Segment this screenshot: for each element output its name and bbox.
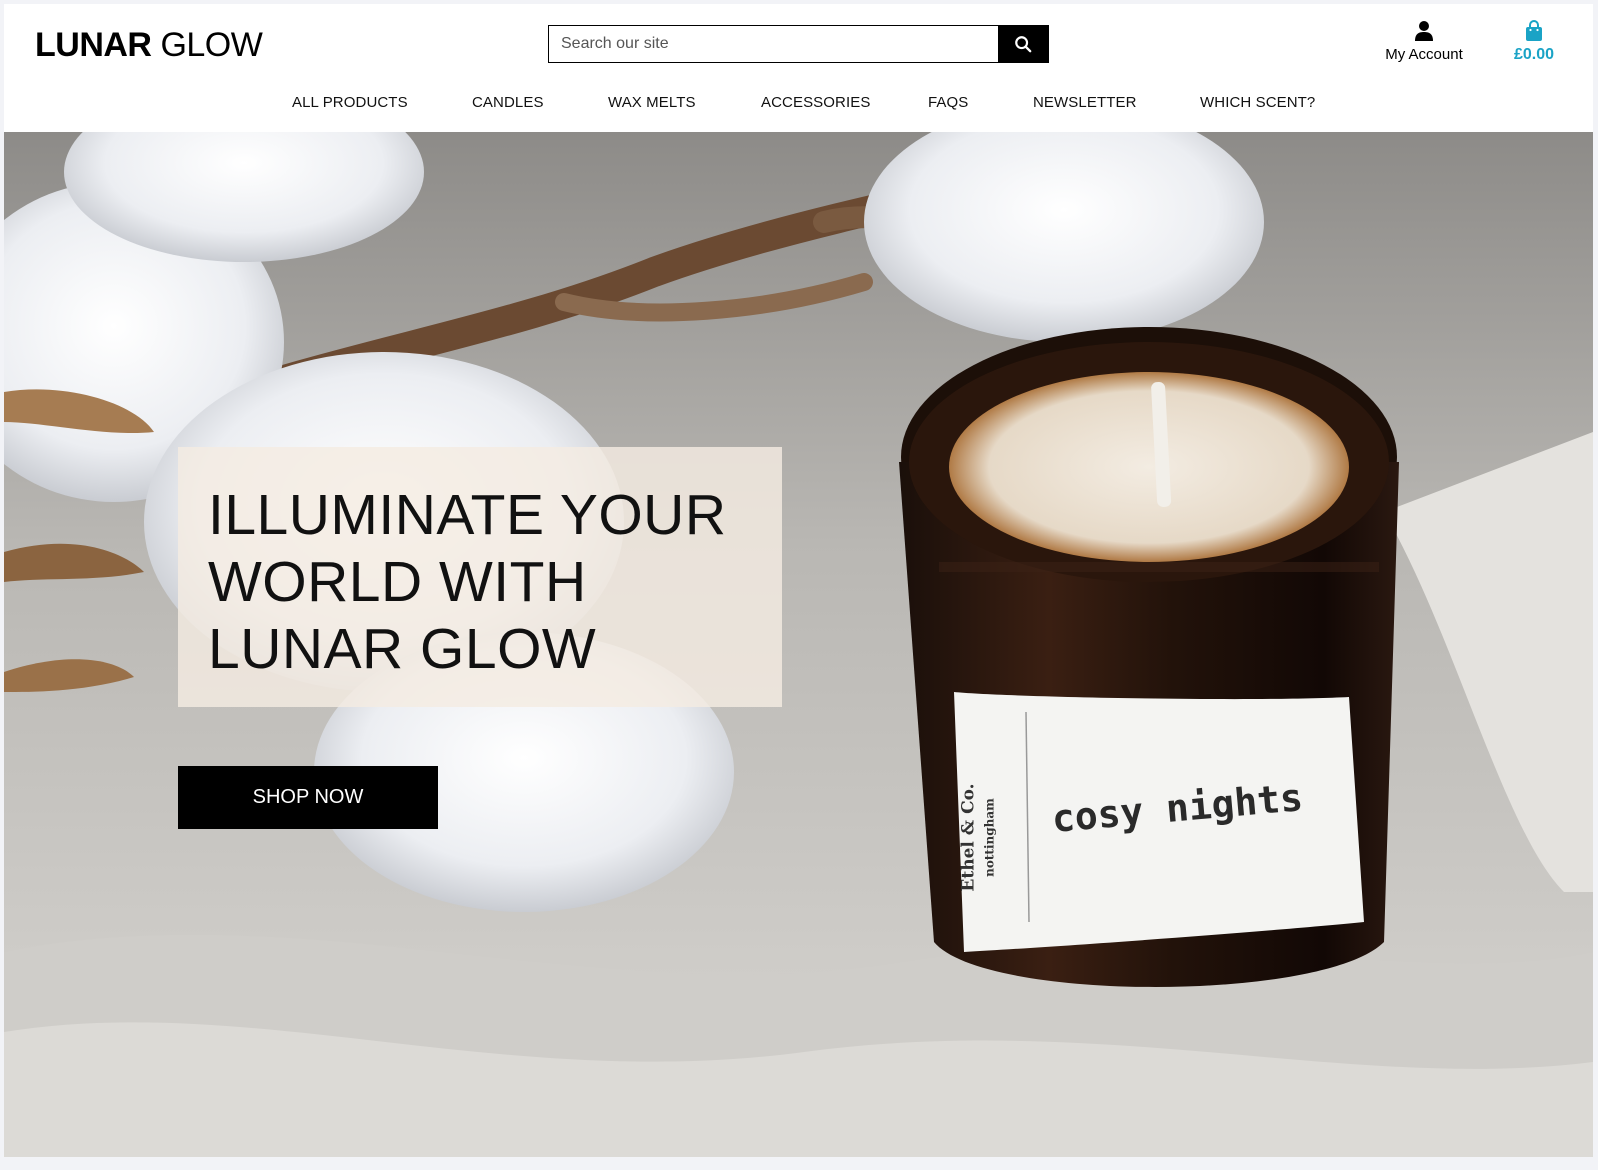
nav-item-candles[interactable]: CANDLES xyxy=(472,94,544,111)
hero-banner: ILLUMINATE YOUR WORLD WITH LUNAR GLOW SH… xyxy=(4,132,1593,1157)
search-form xyxy=(548,25,1049,63)
nav-item-wax-melts[interactable]: WAX MELTS xyxy=(608,94,696,111)
nav-item-newsletter[interactable]: NEWSLETTER xyxy=(1033,94,1137,111)
nav-item-which-scent[interactable]: WHICH SCENT? xyxy=(1200,94,1315,111)
logo-light-text: GLOW xyxy=(160,26,263,64)
site-header: LUNAR GLOW My Account xyxy=(4,4,1593,132)
shop-now-button[interactable]: SHOP NOW xyxy=(178,766,438,829)
bag-total: £0.00 xyxy=(1513,46,1555,63)
nav-item-faqs[interactable]: FAQS xyxy=(928,94,968,111)
nav-item-all-products[interactable]: ALL PRODUCTS xyxy=(292,94,408,111)
user-icon xyxy=(1415,21,1433,41)
search-input[interactable] xyxy=(549,26,998,62)
search-icon xyxy=(1015,36,1032,53)
shopping-bag-link[interactable]: £0.00 xyxy=(1504,20,1564,64)
shopping-bag-icon xyxy=(1526,20,1542,41)
hero-headline-line-3: LUNAR GLOW xyxy=(208,617,597,681)
my-account-label: My Account xyxy=(1385,46,1463,63)
my-account-link[interactable]: My Account xyxy=(1379,20,1469,63)
hero-headline: ILLUMINATE YOUR WORLD WITH LUNAR GLOW xyxy=(208,482,768,683)
candle-brand-line-2: nottingham xyxy=(982,798,997,877)
hero-headline-line-2: WORLD WITH xyxy=(208,550,587,614)
headline-box: ILLUMINATE YOUR WORLD WITH LUNAR GLOW xyxy=(178,447,782,707)
site-logo[interactable]: LUNAR GLOW xyxy=(35,24,263,66)
logo-bold-text: LUNAR xyxy=(35,26,152,64)
hero-headline-line-1: ILLUMINATE YOUR xyxy=(208,483,727,547)
candle-brand-line-1: Ethel & Co. xyxy=(958,783,979,892)
nav-item-accessories[interactable]: ACCESSORIES xyxy=(761,94,870,111)
candle-brand-text: Ethel & Co. nottingham xyxy=(959,763,1000,913)
page: LUNAR GLOW My Account xyxy=(4,4,1593,1157)
search-button[interactable] xyxy=(998,26,1048,62)
